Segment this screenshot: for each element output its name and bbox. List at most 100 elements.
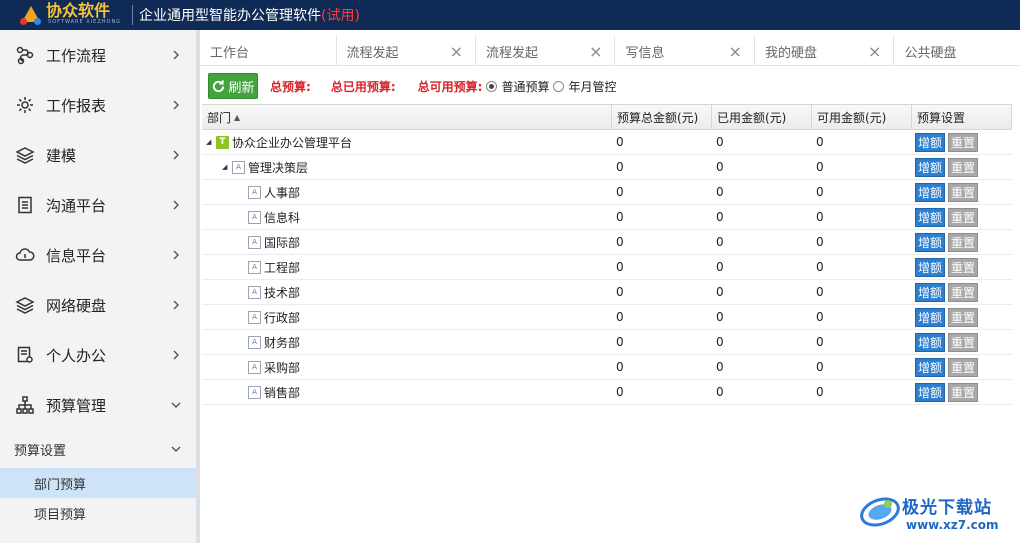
table-row[interactable]: A 销售部 0 0 0 增额 重置 [202,380,1012,405]
reset-button[interactable]: 重置 [948,157,978,177]
sidebar-splitter[interactable] [196,30,200,543]
reset-button[interactable]: 重置 [948,207,978,227]
sort-asc-icon: ▲ [234,113,241,122]
tab-label: 流程发起 [485,45,538,61]
tab-1[interactable]: 流程发起 × [337,36,476,66]
add-amount-button[interactable]: 增额 [915,382,945,402]
sidebar-item-3[interactable]: 沟通平台 [0,180,196,230]
reset-button[interactable]: 重置 [948,282,978,302]
sidebar-subgroup-budget-settings[interactable]: 预算设置 [0,430,196,468]
radio-monthly-control[interactable]: 年月管控 [553,78,616,95]
sidebar-item-4[interactable]: 信息平台 [0,230,196,280]
cell-settings: 增额 重置 [912,305,1012,329]
department-node-icon: A [248,285,261,299]
tree-collapse-icon[interactable]: ◢ [206,138,216,146]
table-row[interactable]: A 采购部 0 0 0 增额 重置 [202,355,1012,380]
reset-button[interactable]: 重置 [948,182,978,202]
sidebar-leaf-1[interactable]: 项目预算 [0,498,196,528]
reset-button[interactable]: 重置 [948,332,978,352]
root-node-icon: T [216,135,229,149]
add-amount-button[interactable]: 增额 [915,157,945,177]
cell-total: 0 [616,235,624,249]
add-amount-button[interactable]: 增额 [915,232,945,252]
watermark-url: www.xz7.com [906,518,999,532]
reset-button[interactable]: 重置 [948,307,978,327]
close-icon[interactable]: × [589,42,602,61]
sidebar-item-2[interactable]: 建模 [0,130,196,180]
cell-available: 0 [816,160,824,174]
workflow-icon [14,44,36,66]
cell-total: 0 [616,335,624,349]
tab-4[interactable]: 我的硬盘 × [755,36,895,66]
reset-button[interactable]: 重置 [948,257,978,277]
sidebar-item-0[interactable]: 工作流程 [0,30,196,80]
reset-button[interactable]: 重置 [948,132,978,152]
reset-button[interactable]: 重置 [948,232,978,252]
department-name: 人事部 [264,185,301,200]
cloud-info-icon [14,244,36,266]
col-header-settings[interactable]: 预算设置 [912,105,1012,130]
col-header-total[interactable]: 预算总金额(元) [612,105,712,130]
table-row[interactable]: ◢ A 管理决策层 0 0 0 增额 重置 [202,155,1012,180]
cell-settings: 增额 重置 [912,380,1012,404]
reset-button[interactable]: 重置 [948,357,978,377]
tree-collapse-icon[interactable]: ◢ [222,163,232,171]
table-row[interactable]: A 财务部 0 0 0 增额 重置 [202,330,1012,355]
col-header-available[interactable]: 可用金额(元) [812,105,912,130]
col-header-used[interactable]: 已用金额(元) [712,105,812,130]
table-row[interactable]: A 信息科 0 0 0 增额 重置 [202,205,1012,230]
table-row[interactable]: A 技术部 0 0 0 增额 重置 [202,280,1012,305]
tab-2[interactable]: 流程发起 × [476,36,616,66]
radio-dot-selected[interactable] [486,80,498,92]
sidebar-item-1[interactable]: 工作报表 [0,80,196,130]
cell-total: 0 [616,285,624,299]
department-name: 财务部 [264,335,301,350]
tab-3[interactable]: 写信息 × [615,36,755,66]
tab-5[interactable]: 公共硬盘 [894,36,1020,66]
add-amount-button[interactable]: 增额 [915,132,945,152]
sidebar-item-label: 信息平台 [46,246,107,265]
col-header-settings-label: 预算设置 [917,111,966,125]
sidebar-item-5[interactable]: 网络硬盘 [0,280,196,330]
table-row[interactable]: A 工程部 0 0 0 增额 重置 [202,255,1012,280]
chevron-down-icon [170,397,182,413]
sidebar-leaf-0[interactable]: 部门预算 [0,468,196,498]
sidebar-item-label: 建模 [46,146,77,165]
add-amount-button[interactable]: 增额 [915,357,945,377]
sidebar-item-label: 工作报表 [46,96,107,115]
tab-label: 写信息 [625,45,665,61]
close-icon[interactable]: × [868,42,881,61]
add-amount-button[interactable]: 增额 [915,182,945,202]
close-icon[interactable]: × [450,42,463,61]
tab-label: 我的硬盘 [764,45,817,61]
reset-button[interactable]: 重置 [948,382,978,402]
table-row[interactable]: ◢ T 协众企业办公管理平台 0 0 0 增额 重置 [202,130,1012,155]
sidebar-item-label: 沟通平台 [46,196,107,215]
sidebar-item-6[interactable]: 个人办公 [0,330,196,380]
table-row[interactable]: A 国际部 0 0 0 增额 重置 [202,230,1012,255]
cell-available: 0 [816,210,824,224]
app-logo[interactable]: 协众软件 SOFTWARE XIEZHONG [0,0,132,30]
sidebar-item-7[interactable]: 预算管理 [0,380,196,430]
radio-normal-budget[interactable]: 普通预算 [486,78,549,95]
sidebar-subgroup-label: 预算设置 [14,443,67,459]
chevron-right-icon [170,147,182,163]
tab-0[interactable]: 工作台 [200,36,337,66]
add-amount-button[interactable]: 增额 [915,307,945,327]
cell-department: A 财务部 [202,330,612,354]
table-row[interactable]: A 人事部 0 0 0 增额 重置 [202,180,1012,205]
add-amount-button[interactable]: 增额 [915,282,945,302]
add-amount-button[interactable]: 增额 [915,207,945,227]
total-budget-label: 总预算: [270,79,311,94]
add-amount-button[interactable]: 增额 [915,332,945,352]
col-header-department[interactable]: 部门 ▲ [202,105,612,130]
refresh-button[interactable]: 刷新 [208,73,258,99]
cell-available: 0 [816,360,824,374]
add-amount-button[interactable]: 增额 [915,257,945,277]
table-row[interactable]: A 行政部 0 0 0 增额 重置 [202,305,1012,330]
close-icon[interactable]: × [729,42,742,61]
watermark-logo-icon [860,497,900,527]
radio-dot[interactable] [553,80,565,92]
header-divider [132,5,133,25]
cell-settings: 增额 重置 [912,230,1012,254]
